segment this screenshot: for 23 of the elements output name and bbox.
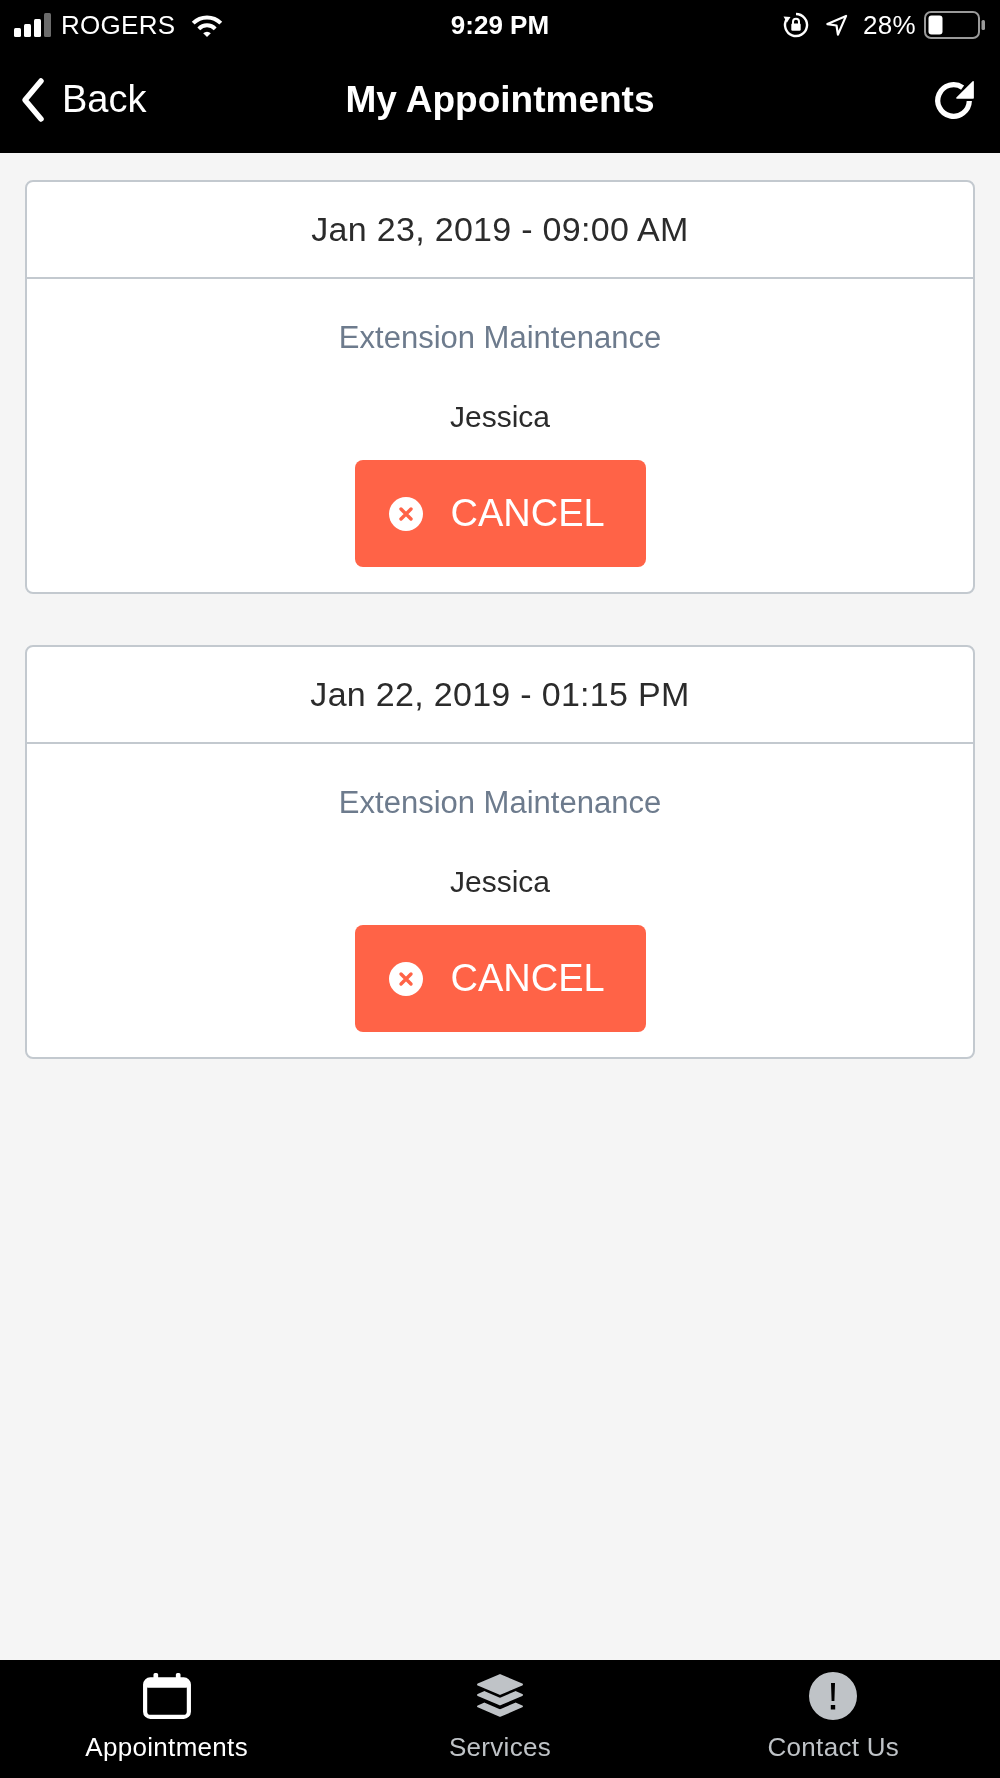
service-name: Extension Maintenance — [338, 784, 662, 822]
status-time: 9:29 PM — [450, 9, 550, 41]
carrier-name: ROGERS — [61, 9, 176, 41]
staff-name: Jessica — [449, 864, 550, 900]
staff-name: Jessica — [449, 399, 550, 435]
x-circle-icon — [388, 961, 423, 996]
rotation-lock-icon — [782, 11, 811, 39]
x-circle-icon — [388, 496, 423, 531]
chevron-left-icon — [20, 76, 46, 123]
service-name: Extension Maintenance — [338, 319, 662, 357]
appointment-date: Jan 22, 2019 - 01:15 PM — [310, 675, 690, 714]
battery-icon — [924, 11, 986, 39]
signal-icon — [14, 13, 52, 37]
tab-item[interactable]: Contact Us — [666, 1660, 1000, 1778]
battery-percent: 28% — [863, 9, 916, 41]
page-title: My Appointments — [345, 78, 655, 121]
appointment-date: Jan 23, 2019 - 09:00 AM — [311, 210, 689, 249]
tab-item[interactable]: Services — [333, 1660, 667, 1778]
calendar-icon — [141, 1672, 192, 1720]
location-arrow-icon — [825, 13, 849, 37]
tab-item[interactable]: Appointments — [0, 1660, 334, 1778]
layers-icon — [475, 1672, 525, 1720]
back-button[interactable]: Back — [20, 76, 147, 123]
